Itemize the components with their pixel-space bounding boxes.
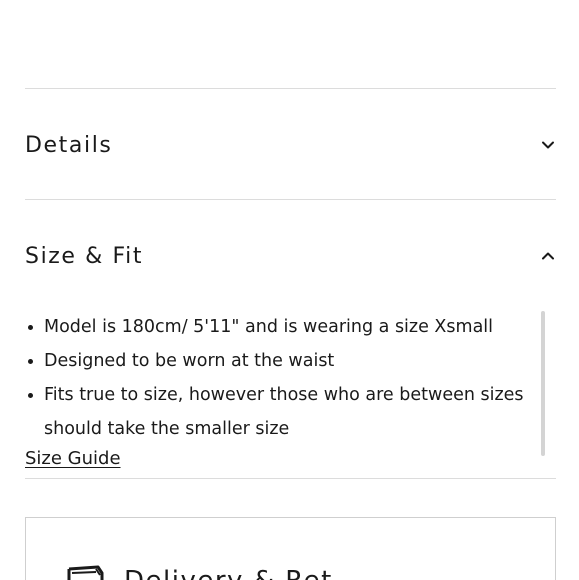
size-fit-panel: Model is 180cm/ 5'11" and is wearing a s…	[25, 310, 556, 480]
chevron-up-icon[interactable]	[540, 248, 556, 264]
bullet-icon	[28, 393, 33, 398]
list-item: Fits true to size, however those who are…	[25, 378, 525, 446]
size-guide-link[interactable]: Size Guide	[25, 448, 121, 469]
chevron-down-icon[interactable]	[540, 137, 556, 153]
list-item: Model is 180cm/ 5'11" and is wearing a s…	[25, 310, 525, 344]
bullet-icon	[28, 359, 33, 364]
divider-size-fit	[25, 478, 556, 479]
list-item-text: Designed to be worn at the waist	[44, 351, 335, 371]
divider-top	[25, 88, 556, 89]
size-fit-list: Model is 180cm/ 5'11" and is wearing a s…	[25, 310, 525, 446]
delivery-returns-panel[interactable]: Delivery & Ret	[25, 517, 556, 580]
size-fit-title: Size & Fit	[25, 243, 144, 269]
product-info-page: Details Size & Fit Model is 180cm/ 5'11"…	[0, 0, 579, 580]
list-item-text: Fits true to size, however those who are…	[44, 385, 524, 439]
size-fit-accordion-header[interactable]: Size & Fit	[25, 232, 556, 280]
delivery-title: Delivery & Ret	[124, 566, 333, 580]
details-accordion-header[interactable]: Details	[25, 121, 556, 169]
list-item: Designed to be worn at the waist	[25, 344, 525, 378]
details-title: Details	[25, 132, 113, 158]
size-fit-scrollbar[interactable]	[541, 311, 545, 456]
list-item-text: Model is 180cm/ 5'11" and is wearing a s…	[44, 317, 494, 337]
bullet-icon	[28, 325, 33, 330]
divider-details	[25, 199, 556, 200]
delivery-box-icon	[66, 565, 110, 580]
